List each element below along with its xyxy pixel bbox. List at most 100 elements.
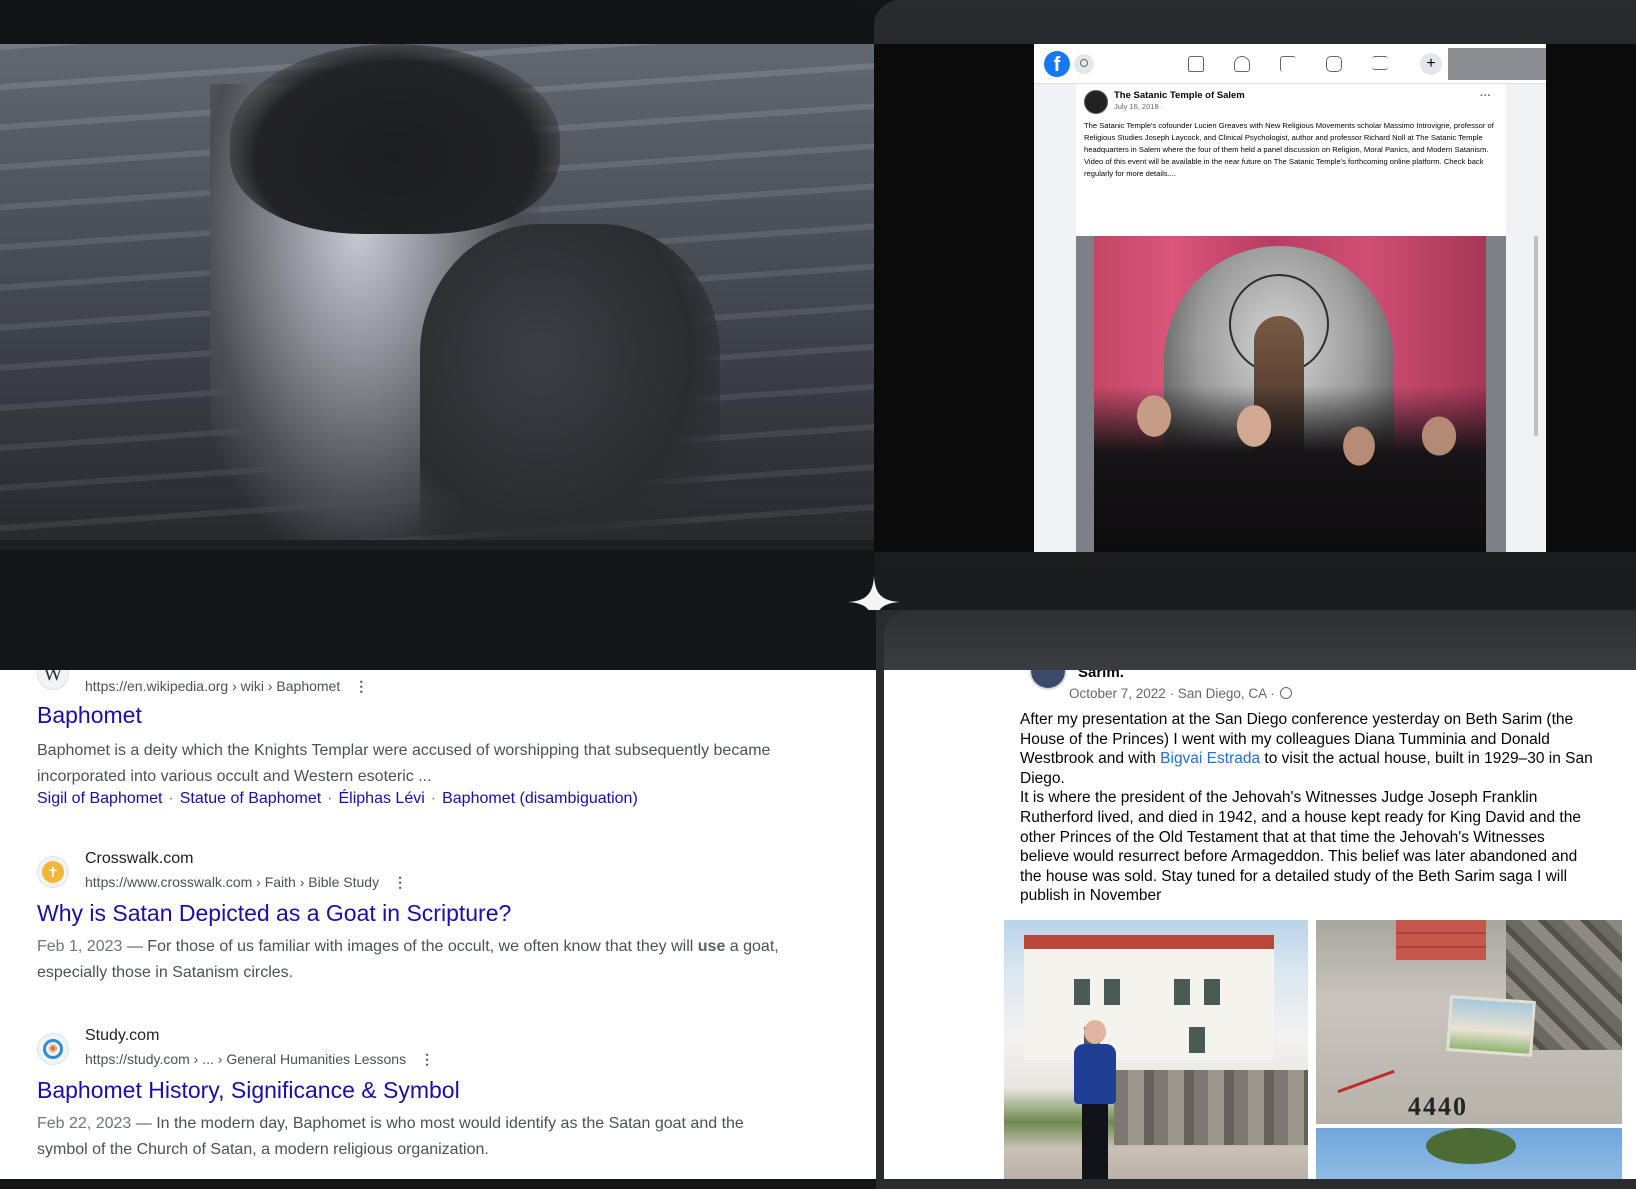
video-figure-right xyxy=(420,224,720,550)
result-title[interactable]: Baphomet xyxy=(37,702,142,729)
facebook-window: f + The Satanic Temple of Salem July 16,… xyxy=(1034,44,1546,552)
sitelink[interactable]: Statue of Baphomet xyxy=(180,790,321,807)
facebook-screenshot-panel: f + The Satanic Temple of Salem July 16,… xyxy=(874,0,1636,610)
snippet-part: — In the modern day, Baphomet is who mos… xyxy=(37,1115,744,1158)
house-window xyxy=(1174,979,1190,1005)
panel-top-bar xyxy=(0,610,876,670)
more-options-icon[interactable]: ⋮ xyxy=(420,1051,434,1068)
video-frame[interactable] xyxy=(0,44,874,550)
post-photo-sidewalk[interactable]: 4440 xyxy=(1316,920,1622,1124)
home-icon[interactable] xyxy=(1188,56,1204,72)
house-number: 4440 xyxy=(1408,1092,1468,1121)
post-photo[interactable] xyxy=(1076,236,1506,552)
post-author[interactable]: Sarim. xyxy=(1078,670,1124,681)
red-mark xyxy=(1337,1069,1395,1094)
search-result: W https://en.wikipedia.org › wiki › Baph… xyxy=(37,670,857,818)
result-title[interactable]: Why is Satan Depicted as a Goat in Scrip… xyxy=(37,900,511,927)
sitelink[interactable]: Baphomet (disambiguation) xyxy=(442,790,638,807)
menu-icon[interactable] xyxy=(1372,56,1388,70)
result-url-text[interactable]: https://www.crosswalk.com › Faith › Bibl… xyxy=(85,874,379,890)
more-options-icon[interactable]: ⋮ xyxy=(354,678,368,695)
house-shape xyxy=(1024,935,1274,1060)
video-top-bar xyxy=(0,0,874,44)
result-snippet: Feb 22, 2023 — In the modern day, Baphom… xyxy=(37,1111,797,1163)
stone-wall xyxy=(1114,1070,1308,1145)
post-date-location[interactable]: October 7, 2022 · San Diego, CA · xyxy=(1069,686,1278,701)
snippet-bold: use xyxy=(697,938,726,955)
flag-icon[interactable] xyxy=(1280,56,1296,72)
video-panel xyxy=(0,0,874,610)
person-head xyxy=(1084,1020,1106,1044)
post-photo-house[interactable] xyxy=(1004,920,1308,1179)
search-icon[interactable] xyxy=(1074,54,1094,74)
red-steps xyxy=(1396,920,1486,960)
post-text-part: It is where the president of the Jehovah… xyxy=(1020,789,1581,905)
post-date[interactable]: July 16, 2018 · xyxy=(1114,102,1163,111)
result-url-text[interactable]: https://study.com › ... › General Humani… xyxy=(85,1051,406,1067)
more-options-icon[interactable]: ··· xyxy=(1480,90,1491,102)
house-window xyxy=(1189,1027,1205,1053)
person-body xyxy=(1074,1044,1116,1104)
post-photo-palm[interactable] xyxy=(1316,1128,1622,1179)
result-url-text[interactable]: https://en.wikipedia.org › wiki › Baphom… xyxy=(85,678,340,694)
result-url[interactable]: https://www.crosswalk.com › Faith › Bibl… xyxy=(85,874,407,891)
site-name[interactable]: Crosswalk.com xyxy=(85,850,193,868)
person-figure xyxy=(1070,1020,1120,1179)
panel-bottom-bar xyxy=(0,1179,876,1189)
photo-curtain xyxy=(1094,236,1486,552)
globe-icon xyxy=(1280,687,1293,699)
video-figure-head xyxy=(230,44,560,234)
search-result: ◉ Study.com https://study.com › ... › Ge… xyxy=(37,1027,857,1187)
crosswalk-favicon-icon: ✝ xyxy=(37,856,69,888)
result-snippet: Baphomet is a deity which the Knights Te… xyxy=(37,742,771,785)
facebook-nav-bar: f + xyxy=(1034,44,1546,84)
photo-people xyxy=(1094,386,1486,552)
more-options-icon[interactable]: ⋮ xyxy=(393,874,407,891)
house-window xyxy=(1104,979,1120,1005)
page-name[interactable]: The Satanic Temple of Salem xyxy=(1114,90,1245,101)
result-title[interactable]: Baphomet History, Significance & Symbol xyxy=(37,1077,460,1104)
search-results-page: W https://en.wikipedia.org › wiki › Baph… xyxy=(0,670,876,1189)
sitelink[interactable]: Sigil of Baphomet xyxy=(37,790,162,807)
avatar[interactable] xyxy=(1029,670,1067,690)
person-legs xyxy=(1082,1104,1108,1179)
scrollbar[interactable] xyxy=(1534,236,1538,436)
study-favicon-glyph: ◉ xyxy=(43,1039,63,1059)
facebook-post-card: Sarim. October 7, 2022 · San Diego, CA ·… xyxy=(884,670,1636,1179)
post-text: After my presentation at the San Diego c… xyxy=(1020,710,1598,906)
panel-bottom-bar xyxy=(876,1179,1636,1189)
result-snippet: Feb 1, 2023 — For those of us familiar w… xyxy=(37,934,797,986)
video-scanline xyxy=(0,540,874,550)
result-sitelinks: Sigil of Baphomet · Statue of Baphomet · Éli… xyxy=(37,790,638,808)
watch-icon[interactable] xyxy=(1326,56,1342,72)
panel-top-bar xyxy=(884,610,1636,670)
tagged-user-link[interactable]: Bigvai Estrada xyxy=(1160,750,1260,767)
avatar[interactable] xyxy=(1084,90,1108,114)
house-window xyxy=(1074,979,1090,1005)
post-meta: October 7, 2022 · San Diego, CA · xyxy=(1069,686,1293,701)
wikipedia-favicon-icon: W xyxy=(37,670,69,690)
video-lower-area xyxy=(0,550,874,610)
study-favicon-icon: ◉ xyxy=(37,1033,69,1065)
friends-icon[interactable] xyxy=(1234,56,1250,72)
site-name[interactable]: Study.com xyxy=(85,1027,159,1045)
post-text: The Satanic Temple's cofounder Lucien Gr… xyxy=(1084,121,1494,178)
result-url[interactable]: https://en.wikipedia.org › wiki › Baphom… xyxy=(85,678,368,695)
crosswalk-favicon-glyph: ✝ xyxy=(42,861,64,883)
search-results-panel: W https://en.wikipedia.org › wiki › Baph… xyxy=(0,610,876,1189)
search-result: ✝ Crosswalk.com https://www.crosswalk.co… xyxy=(37,850,857,1010)
painted-tile xyxy=(1446,995,1536,1057)
house-window xyxy=(1204,979,1220,1005)
facebook-post-panel: Sarim. October 7, 2022 · San Diego, CA ·… xyxy=(876,610,1636,1189)
sitelink[interactable]: Éliphas Lévi xyxy=(339,790,425,807)
facebook-post-header: The Satanic Temple of Salem July 16, 201… xyxy=(1076,84,1506,236)
redacted-area xyxy=(1448,48,1546,80)
result-date: Feb 22, 2023 xyxy=(37,1115,132,1132)
snippet-part: — For those of us familiar with images o… xyxy=(122,938,698,955)
facebook-logo-icon[interactable]: f xyxy=(1044,51,1070,77)
create-plus-button[interactable]: + xyxy=(1420,53,1442,75)
palm-tree xyxy=(1426,1128,1516,1164)
separator: · xyxy=(168,790,174,807)
result-date: Feb 1, 2023 xyxy=(37,938,123,955)
result-url[interactable]: https://study.com › ... › General Humani… xyxy=(85,1051,434,1068)
